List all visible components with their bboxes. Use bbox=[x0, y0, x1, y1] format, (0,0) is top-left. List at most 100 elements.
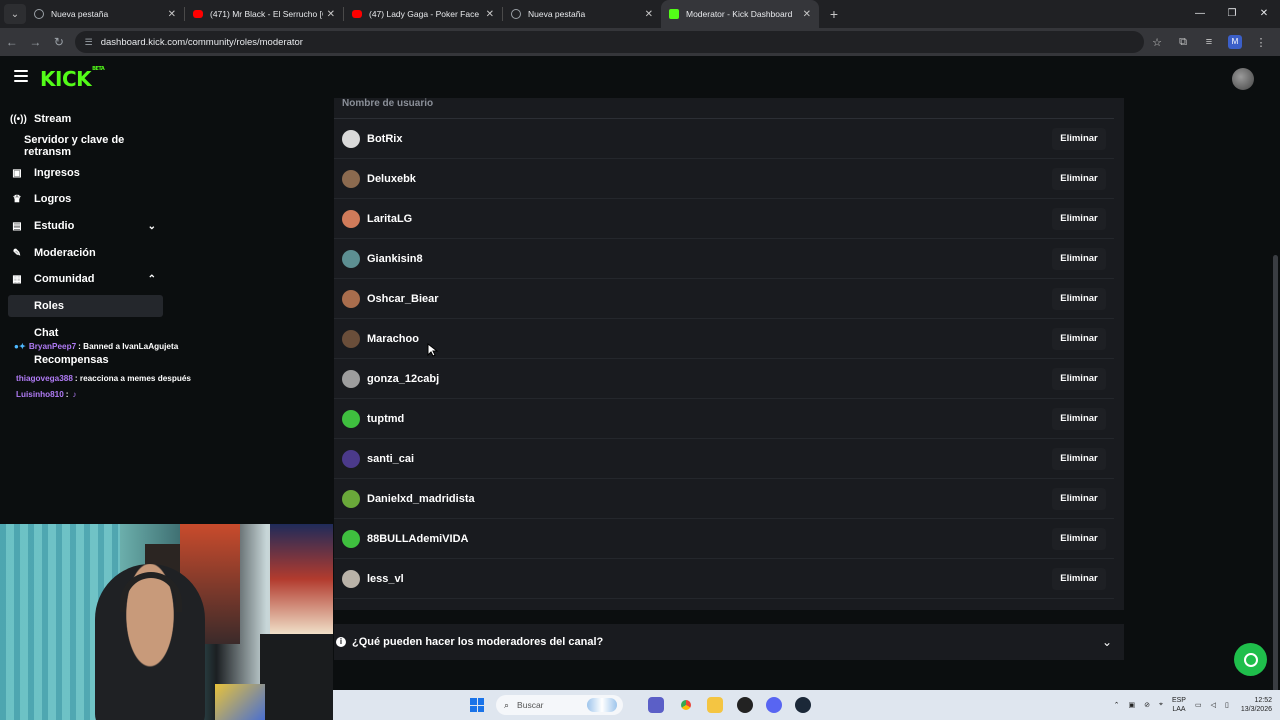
address-bar[interactable]: ☰ dashboard.kick.com/community/roles/mod… bbox=[74, 31, 1145, 53]
steam-icon[interactable] bbox=[795, 697, 811, 713]
moderator-row: 88BULLAdemiVIDA Eliminar bbox=[334, 519, 1114, 559]
remove-moderator-button[interactable]: Eliminar bbox=[1052, 367, 1106, 390]
faq-accordion[interactable]: i ¿Qué pueden hacer los moderadores del … bbox=[334, 624, 1124, 660]
sidebar-item-label: Servidor y clave de retransm bbox=[24, 134, 125, 158]
bookmark-star-icon[interactable]: ☆ bbox=[1144, 36, 1170, 49]
moderator-avatar bbox=[342, 329, 360, 348]
remove-moderator-button[interactable]: Eliminar bbox=[1052, 207, 1106, 230]
browser-tab-3[interactable]: Nueva pestaña ✕ bbox=[503, 0, 661, 28]
remove-moderator-button[interactable]: Eliminar bbox=[1052, 327, 1106, 350]
forward-icon[interactable]: → bbox=[24, 35, 48, 49]
tab-title: Moderator - Kick Dashboard bbox=[686, 9, 793, 19]
tray-app-icon[interactable]: ▣ bbox=[1129, 701, 1136, 709]
network-icon[interactable]: ⊘ bbox=[1144, 701, 1150, 709]
moderator-avatar bbox=[342, 169, 360, 188]
moderator-row: santi_cai Eliminar bbox=[334, 439, 1114, 479]
browser-tab-0[interactable]: Nueva pestaña ✕ bbox=[26, 0, 184, 28]
browser-menu-icon[interactable]: ⋮ bbox=[1248, 36, 1274, 49]
remove-moderator-button[interactable]: Eliminar bbox=[1052, 167, 1106, 190]
chat-line bbox=[14, 354, 334, 370]
close-tab-icon[interactable]: ✕ bbox=[486, 9, 494, 20]
search-highlight-icon bbox=[587, 698, 617, 712]
moderator-avatar bbox=[342, 129, 360, 148]
teams-icon[interactable] bbox=[648, 697, 664, 713]
page-scrollbar[interactable] bbox=[1273, 255, 1278, 695]
webcam-feed bbox=[0, 524, 333, 720]
sidebar-item-estudio[interactable]: ▤ Estudio ⌄ bbox=[10, 215, 164, 237]
close-tab-icon[interactable]: ✕ bbox=[645, 9, 653, 20]
sidebar-item-moderacion[interactable]: ✎ Moderación bbox=[10, 242, 164, 264]
kick-logo[interactable]: KICKBETA bbox=[40, 66, 105, 91]
sidebar-item-server-key[interactable]: Servidor y clave de retransm bbox=[10, 134, 164, 158]
browser-toolbar: ← → ↻ ☰ dashboard.kick.com/community/rol… bbox=[0, 28, 1280, 56]
studio-icon: ▤ bbox=[12, 220, 22, 232]
obs-icon[interactable] bbox=[737, 697, 753, 713]
remove-moderator-button[interactable]: Eliminar bbox=[1052, 527, 1106, 550]
tab-search-icon[interactable]: ⌄ bbox=[4, 4, 26, 24]
search-placeholder: Buscar bbox=[517, 700, 544, 710]
help-icon bbox=[1243, 652, 1258, 667]
browser-tab-1[interactable]: (471) Mr Black - El Serrucho [O ✕ bbox=[185, 0, 343, 28]
taskbar-search[interactable]: ⌕ Buscar bbox=[496, 695, 623, 715]
sidebar-item-label: Moderación bbox=[34, 247, 96, 259]
moderator-username: Marachoo bbox=[367, 332, 419, 345]
file-explorer-icon[interactable] bbox=[707, 697, 723, 713]
new-tab-icon[interactable]: + bbox=[823, 6, 845, 22]
reload-icon[interactable]: ↻ bbox=[47, 35, 71, 49]
sidebar-item-label: Logros bbox=[34, 193, 72, 205]
language-indicator[interactable]: ESP LAA bbox=[1172, 696, 1186, 714]
sidebar-item-logros[interactable]: ♛ Logros bbox=[10, 188, 164, 210]
user-avatar[interactable] bbox=[1232, 68, 1254, 90]
close-tab-icon[interactable]: ✕ bbox=[803, 9, 811, 20]
discord-icon[interactable] bbox=[766, 697, 782, 713]
moderator-username: Deluxebk bbox=[367, 172, 416, 185]
site-info-icon[interactable]: ☰ bbox=[85, 37, 93, 48]
sidebar-item-stream[interactable]: ((•)) Stream bbox=[10, 108, 164, 130]
minimize-icon[interactable]: — bbox=[1184, 0, 1216, 28]
remove-moderator-button[interactable]: Eliminar bbox=[1052, 487, 1106, 510]
beta-badge: BETA bbox=[92, 66, 105, 73]
help-chat-button[interactable] bbox=[1234, 643, 1267, 676]
tab-title: (47) Lady Gaga - Poker Face (O bbox=[369, 9, 482, 19]
chrome-icon[interactable] bbox=[678, 697, 694, 713]
moderator-row: tuptmd Eliminar bbox=[334, 399, 1114, 439]
sidebar-item-roles[interactable]: Roles bbox=[8, 295, 163, 317]
moderators-list: BotRix Eliminar Deluxebk Eliminar LaritaLG El… bbox=[334, 118, 1114, 599]
profile-avatar[interactable]: M bbox=[1228, 35, 1243, 49]
close-window-icon[interactable]: ✕ bbox=[1248, 0, 1280, 28]
remove-moderator-button[interactable]: Eliminar bbox=[1052, 127, 1106, 150]
battery-icon[interactable]: ▯ bbox=[1225, 701, 1229, 709]
remove-moderator-button[interactable]: Eliminar bbox=[1052, 247, 1106, 270]
display-icon[interactable]: ▭ bbox=[1195, 701, 1202, 709]
browser-tab-4[interactable]: Moderator - Kick Dashboard ✕ bbox=[661, 0, 819, 28]
volume-icon[interactable]: ◁ bbox=[1211, 701, 1216, 709]
browser-tab-bar: ⌄ Nueva pestaña ✕ (471) Mr Black - El Se… bbox=[0, 0, 1280, 28]
sidebar-item-ingresos[interactable]: ▣ Ingresos bbox=[10, 162, 164, 184]
remove-moderator-button[interactable]: Eliminar bbox=[1052, 447, 1106, 470]
media-icon[interactable]: ≡ bbox=[1196, 36, 1222, 48]
chat-line: Luisinho810 : ♪ bbox=[16, 386, 334, 402]
close-tab-icon[interactable]: ✕ bbox=[168, 9, 176, 20]
tab-title: (471) Mr Black - El Serrucho [O bbox=[210, 9, 323, 19]
moderator-row: BotRix Eliminar bbox=[334, 119, 1114, 159]
close-tab-icon[interactable]: ✕ bbox=[327, 9, 335, 20]
moderator-row: less_vl Eliminar bbox=[334, 559, 1114, 599]
extensions-icon[interactable]: ⧉ bbox=[1170, 36, 1196, 49]
remove-moderator-button[interactable]: Eliminar bbox=[1052, 287, 1106, 310]
remove-moderator-button[interactable]: Eliminar bbox=[1052, 407, 1106, 430]
browser-tab-2[interactable]: (47) Lady Gaga - Poker Face (O ✕ bbox=[344, 0, 502, 28]
taskbar-clock[interactable]: 12:52 13/3/2026 bbox=[1241, 696, 1272, 714]
hamburger-menu-icon[interactable] bbox=[14, 70, 28, 82]
windows-start-icon[interactable] bbox=[470, 698, 484, 712]
emote-icon: ♪ bbox=[72, 389, 77, 399]
remove-moderator-button[interactable]: Eliminar bbox=[1052, 567, 1106, 590]
back-icon[interactable]: ← bbox=[0, 35, 24, 49]
faq-question: ¿Qué pueden hacer los moderadores del ca… bbox=[352, 636, 604, 648]
maximize-icon[interactable]: ❐ bbox=[1216, 0, 1248, 28]
community-icon: ▦ bbox=[12, 273, 22, 285]
mic-icon[interactable]: ⌖ bbox=[1159, 701, 1163, 709]
sidebar-item-comunidad[interactable]: ▦ Comunidad ⌃ bbox=[10, 268, 164, 290]
chat-username: Luisinho810 bbox=[16, 389, 64, 399]
lang-bottom: LAA bbox=[1172, 706, 1186, 713]
chevron-up-icon[interactable]: ⌃ bbox=[1114, 701, 1120, 709]
